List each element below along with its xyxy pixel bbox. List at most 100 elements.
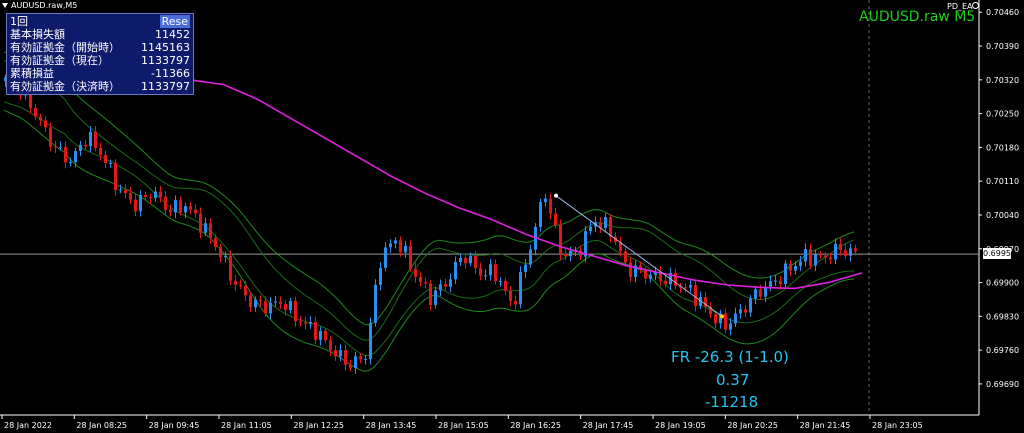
candle-bear[interactable] xyxy=(809,249,812,266)
candle-bull[interactable] xyxy=(519,272,522,305)
candle-bull[interactable] xyxy=(274,301,277,303)
candle-bull[interactable] xyxy=(689,285,692,288)
candle-bear[interactable] xyxy=(64,146,67,163)
smiley-icon[interactable] xyxy=(972,2,979,9)
candle-bear[interactable] xyxy=(839,243,842,251)
candle-bear[interactable] xyxy=(199,213,202,233)
candle-bull[interactable] xyxy=(439,284,442,291)
candle-bull[interactable] xyxy=(319,330,322,340)
candle-bear[interactable] xyxy=(789,263,792,271)
candle-bear[interactable] xyxy=(149,197,152,199)
candle-bull[interactable] xyxy=(174,200,177,213)
candle-bear[interactable] xyxy=(259,299,262,302)
candle-bear[interactable] xyxy=(244,285,247,296)
candle-bear[interactable] xyxy=(779,280,782,285)
candle-bear[interactable] xyxy=(239,284,242,286)
candle-bear[interactable] xyxy=(329,340,332,351)
candle-bear[interactable] xyxy=(409,245,412,269)
candle-bear[interactable] xyxy=(104,154,107,164)
candle-bear[interactable] xyxy=(559,225,562,255)
candle-bull[interactable] xyxy=(834,243,837,260)
candle-bear[interactable] xyxy=(624,251,627,263)
candle-bear[interactable] xyxy=(34,107,37,117)
candle-bull[interactable] xyxy=(454,262,457,280)
candle-bear[interactable] xyxy=(744,309,747,313)
candle-bull[interactable] xyxy=(544,198,547,203)
candle-bear[interactable] xyxy=(414,268,417,277)
candle-bull[interactable] xyxy=(269,302,272,314)
candle-bull[interactable] xyxy=(379,267,382,285)
candle-bear[interactable] xyxy=(294,300,297,322)
candle-bear[interactable] xyxy=(854,248,857,252)
candle-bear[interactable] xyxy=(49,127,52,147)
candle-bull[interactable] xyxy=(69,162,72,164)
candle-bear[interactable] xyxy=(644,270,647,279)
symbol-tab[interactable]: AUDUSD.raw,M5 xyxy=(2,1,77,10)
candle-bull[interactable] xyxy=(339,350,342,357)
candle-bear[interactable] xyxy=(419,276,422,283)
candle-bull[interactable] xyxy=(774,280,777,282)
candle-bull[interactable] xyxy=(729,323,732,330)
candle-bear[interactable] xyxy=(714,314,717,324)
candle-bear[interactable] xyxy=(54,146,57,148)
candle-bull[interactable] xyxy=(604,217,607,229)
candle-bull[interactable] xyxy=(749,298,752,313)
candle-bull[interactable] xyxy=(389,243,392,248)
candle-bear[interactable] xyxy=(84,144,87,147)
reset-button[interactable]: Rese xyxy=(159,15,190,28)
candle-bull[interactable] xyxy=(434,290,437,305)
candle-bull[interactable] xyxy=(384,247,387,268)
candle-bull[interactable] xyxy=(734,313,737,324)
candle-bear[interactable] xyxy=(179,200,182,213)
trend-anchor-icon[interactable] xyxy=(720,314,724,319)
candle-bear[interactable] xyxy=(234,280,237,285)
candle-bull[interactable] xyxy=(849,248,852,256)
candle-bull[interactable] xyxy=(649,274,652,279)
candle-bull[interactable] xyxy=(524,264,527,273)
candle-bull[interactable] xyxy=(364,359,367,361)
candle-bull[interactable] xyxy=(79,144,82,151)
candle-bear[interactable] xyxy=(129,193,132,200)
candle-bear[interactable] xyxy=(134,199,137,212)
candle-bear[interactable] xyxy=(344,350,347,365)
candle-bull[interactable] xyxy=(539,202,542,227)
candle-bear[interactable] xyxy=(99,147,102,155)
candle-bull[interactable] xyxy=(804,249,807,262)
candle-bear[interactable] xyxy=(314,321,317,340)
candle-bear[interactable] xyxy=(429,283,432,305)
candle-bull[interactable] xyxy=(404,245,407,253)
candle-bull[interactable] xyxy=(489,264,492,276)
candle-bear[interactable] xyxy=(229,255,232,281)
candle-bull[interactable] xyxy=(569,250,572,257)
candle-bear[interactable] xyxy=(44,120,47,128)
candle-bear[interactable] xyxy=(444,284,447,287)
candle-bull[interactable] xyxy=(784,263,787,285)
candle-bull[interactable] xyxy=(459,257,462,263)
candle-bull[interactable] xyxy=(74,150,77,163)
candle-bull[interactable] xyxy=(224,255,227,258)
candle-bull[interactable] xyxy=(254,299,257,308)
candle-bear[interactable] xyxy=(509,290,512,301)
candle-bull[interactable] xyxy=(374,284,377,323)
candle-bear[interactable] xyxy=(554,213,557,226)
candle-bear[interactable] xyxy=(164,196,167,210)
candle-bear[interactable] xyxy=(549,198,552,214)
candle-bear[interactable] xyxy=(334,350,337,357)
candle-bull[interactable] xyxy=(204,223,207,233)
candle-bull[interactable] xyxy=(154,191,157,199)
candle-bear[interactable] xyxy=(724,313,727,330)
candle-bull[interactable] xyxy=(484,275,487,277)
candle-bull[interactable] xyxy=(769,281,772,287)
candle-bear[interactable] xyxy=(124,189,127,194)
candle-bear[interactable] xyxy=(39,116,42,121)
candle-bear[interactable] xyxy=(189,206,192,210)
candle-bull[interactable] xyxy=(589,226,592,232)
candle-bull[interactable] xyxy=(814,254,817,266)
candle-bull[interactable] xyxy=(354,356,357,368)
candle-bull[interactable] xyxy=(469,256,472,264)
candle-bear[interactable] xyxy=(359,356,362,360)
candle-bull[interactable] xyxy=(754,289,757,299)
candle-bear[interactable] xyxy=(159,191,162,197)
candle-bear[interactable] xyxy=(564,254,567,257)
candle-bull[interactable] xyxy=(799,261,802,266)
